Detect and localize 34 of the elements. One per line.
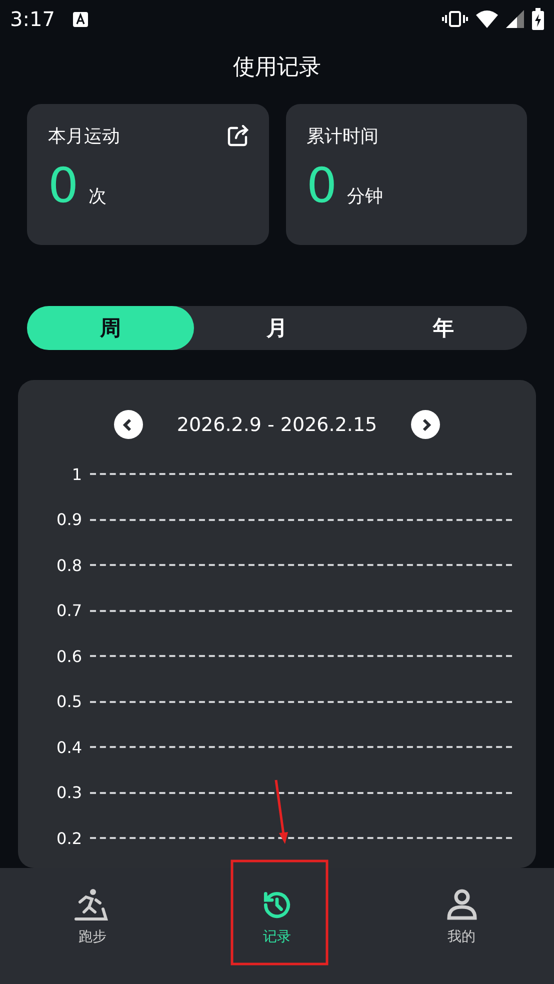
period-tab[interactable]: 周	[27, 306, 194, 350]
axis-tick-label: 1	[70, 464, 82, 484]
person-icon	[446, 888, 478, 922]
next-button[interactable]	[411, 410, 440, 439]
keyboard-icon	[72, 12, 88, 26]
nav-item[interactable]: 我的	[369, 868, 554, 984]
stat-value: 0	[306, 162, 338, 210]
share-icon[interactable]	[226, 125, 248, 147]
axis-tick-label: 0.9	[56, 510, 82, 529]
stat-unit: 次	[88, 185, 107, 208]
period-tab[interactable]: 月	[194, 306, 360, 350]
vibrate-icon	[442, 10, 468, 28]
wifi-icon	[476, 10, 498, 28]
stat-unit: 分钟	[347, 185, 384, 208]
previous-button[interactable]	[114, 410, 143, 439]
axis-tick-label: 0.8	[56, 556, 82, 574]
stat-value: 0	[48, 162, 79, 210]
axis-tick-label: 0.3	[56, 783, 82, 802]
signal-icon	[506, 10, 524, 28]
axis-tick-label: 0.7	[56, 601, 82, 620]
runner-icon	[74, 888, 110, 922]
date-range: 2026.2.9 - 2026.2.15	[176, 414, 378, 436]
axis-tick-label: 0.5	[56, 692, 82, 711]
status-time: 3:17	[10, 7, 55, 31]
period-tab[interactable]: 年	[360, 306, 528, 350]
axis-tick-label: 0.6	[56, 646, 82, 666]
stat-label: 累计时间	[306, 125, 378, 148]
nav-item[interactable]: 跑步	[0, 868, 185, 984]
nav-item[interactable]: 记录	[184, 868, 370, 984]
axis-tick-label: 0.4	[56, 738, 82, 756]
stat-label: 本月运动	[48, 125, 120, 148]
battery-icon	[532, 8, 544, 30]
axis-tick-label: 0.2	[56, 828, 82, 848]
page-title: 使用记录	[232, 54, 322, 82]
